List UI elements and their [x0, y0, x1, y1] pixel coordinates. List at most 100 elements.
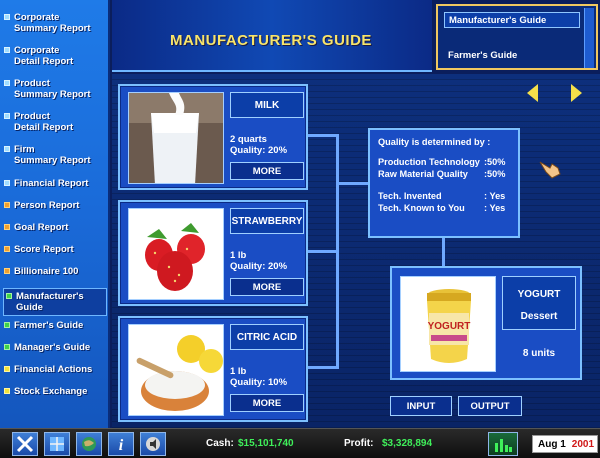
- info-icon[interactable]: i: [108, 432, 134, 456]
- sidebar-bullet-icon: [4, 246, 10, 252]
- tab-manufacturers-guide[interactable]: Manufacturer's Guide: [444, 12, 580, 28]
- header: MANUFACTURER'S GUIDE: [112, 0, 432, 72]
- sidebar-bullet-icon: [4, 80, 10, 86]
- tab-list-scrollbar[interactable]: [584, 8, 594, 68]
- tab-farmers-guide[interactable]: Farmer's Guide: [444, 48, 580, 64]
- sidebar-item-label: Manager's Guide: [14, 342, 91, 353]
- hand-cursor-icon: [539, 161, 561, 179]
- sidebar-bullet-icon: [4, 366, 10, 372]
- profit-label: Profit:: [344, 438, 374, 449]
- more-button[interactable]: MORE: [230, 278, 304, 296]
- sidebar-item[interactable]: Firm Summary Report: [4, 144, 108, 166]
- milk-image: [128, 92, 224, 184]
- connector-line: [442, 238, 445, 266]
- sidebar-item[interactable]: Product Detail Report: [4, 111, 108, 133]
- quality-factor-label: Tech. Known to You: [378, 203, 465, 213]
- quality-factor-value: :50%: [484, 169, 506, 179]
- quality-factor-label: Production Technology: [378, 157, 480, 167]
- quality-row: Raw Material Quality :50%: [378, 168, 510, 180]
- input-name-button[interactable]: STRAWBERRY: [230, 208, 304, 234]
- sidebar-item[interactable]: Corporate Detail Report: [4, 45, 108, 67]
- more-button[interactable]: MORE: [230, 162, 304, 180]
- quality-factor-value: :50%: [484, 157, 506, 167]
- sidebar-item[interactable]: Corporate Summary Report: [4, 12, 108, 34]
- sidebar-item[interactable]: Goal Report: [4, 222, 108, 233]
- quality-factor-value: : Yes: [484, 191, 506, 201]
- sound-icon[interactable]: [140, 432, 166, 456]
- sidebar-item-label: Product Summary Report: [14, 78, 91, 100]
- yogurt-jar-label: YOGURT: [428, 321, 471, 332]
- date-text: Aug 1: [538, 438, 566, 450]
- yogurt-image: YOGURT: [400, 276, 496, 372]
- guide-tab-list: Manufacturer's Guide Farmer's Guide: [436, 4, 598, 70]
- sidebar-item[interactable]: Billionaire 100: [4, 266, 108, 277]
- output-button[interactable]: OUTPUT: [458, 396, 522, 416]
- cash-label: Cash:: [206, 438, 234, 449]
- sidebar-bullet-icon: [6, 293, 12, 299]
- sidebar-item-label: Manufacturer's Guide: [16, 291, 84, 313]
- next-arrow-icon[interactable]: [571, 84, 582, 102]
- cash-value: $15,101,740: [238, 438, 294, 449]
- input-quality: Quality: 10%: [230, 377, 288, 388]
- sidebar: Corporate Summary Report Corporate Detail…: [0, 0, 110, 428]
- sidebar-item[interactable]: Financial Report: [4, 178, 108, 189]
- sidebar-item-label: Farmer's Guide: [14, 320, 84, 331]
- sidebar-bullet-icon: [4, 113, 10, 119]
- sidebar-item[interactable]: Product Summary Report: [4, 78, 108, 100]
- sidebar-bullet-icon: [4, 268, 10, 274]
- input-card-milk: MILK 2 quarts Quality: 20% MORE: [118, 84, 308, 190]
- tools-icon[interactable]: [12, 432, 38, 456]
- sidebar-item-label: Score Report: [14, 244, 74, 255]
- strawberry-image: [128, 208, 224, 300]
- sidebar-bullet-icon: [4, 180, 10, 186]
- bar-chart-icon[interactable]: [488, 432, 518, 456]
- quality-heading: Quality is determined by :: [378, 137, 491, 147]
- sidebar-item-label: Firm Summary Report: [14, 144, 91, 166]
- connector-line: [338, 182, 368, 185]
- sidebar-item[interactable]: Stock Exchange: [4, 386, 108, 397]
- input-name-button[interactable]: CITRIC ACID: [230, 324, 304, 350]
- more-button[interactable]: MORE: [230, 394, 304, 412]
- sidebar-bullet-icon: [4, 47, 10, 53]
- input-button[interactable]: INPUT: [390, 396, 452, 416]
- sidebar-item[interactable]: Manager's Guide: [4, 342, 108, 353]
- citric-acid-image: [128, 324, 224, 416]
- sidebar-item[interactable]: Farmer's Guide: [4, 320, 108, 331]
- output-name-button[interactable]: YOGURT Dessert: [502, 276, 576, 330]
- sidebar-item-label: Goal Report: [14, 222, 69, 233]
- quality-row: Production Technology :50%: [378, 156, 510, 168]
- input-quantity: 1 lb: [230, 250, 247, 261]
- input-card-strawberry: STRAWBERRY 1 lb Quality: 20% MORE: [118, 200, 308, 306]
- sidebar-bullet-icon: [4, 344, 10, 350]
- sidebar-item[interactable]: Person Report: [4, 200, 108, 211]
- sidebar-bullet-icon: [4, 202, 10, 208]
- sidebar-item-label: Financial Report: [14, 178, 89, 189]
- sidebar-item-label: Financial Actions: [14, 364, 93, 375]
- globe-icon[interactable]: [76, 432, 102, 456]
- sidebar-bullet-icon: [4, 322, 10, 328]
- sidebar-item-label: Corporate Detail Report: [14, 45, 74, 67]
- sidebar-item[interactable]: Financial Actions: [4, 364, 108, 375]
- input-name-button[interactable]: MILK: [230, 92, 304, 118]
- output-units: 8 units: [522, 348, 556, 359]
- quality-factor-value: : Yes: [484, 203, 506, 213]
- quality-row: Tech. Known to You : Yes: [378, 202, 510, 214]
- profit-value: $3,328,894: [382, 438, 433, 449]
- output-card-yogurt: YOGURT YOGURT Dessert 8 units: [390, 266, 582, 380]
- sidebar-item[interactable]: Manufacturer's Guide: [3, 288, 107, 316]
- input-quality: Quality: 20%: [230, 261, 288, 272]
- sidebar-item-label: Stock Exchange: [14, 386, 88, 397]
- output-category: Dessert: [520, 311, 558, 322]
- sidebar-item-label: Corporate Summary Report: [14, 12, 91, 34]
- previous-arrow-icon[interactable]: [527, 84, 538, 102]
- sidebar-bullet-icon: [4, 146, 10, 152]
- input-card-citric-acid: CITRIC ACID 1 lb Quality: 10% MORE: [118, 316, 308, 422]
- map-icon[interactable]: [44, 432, 70, 456]
- input-quality: Quality: 20%: [230, 145, 288, 156]
- sidebar-bullet-icon: [4, 224, 10, 230]
- sidebar-bullet-icon: [4, 388, 10, 394]
- sidebar-item[interactable]: Score Report: [4, 244, 108, 255]
- quality-info-panel: Quality is determined by : Production Te…: [368, 128, 520, 238]
- input-quantity: 1 lb: [230, 366, 247, 377]
- year-text: 2001: [571, 438, 595, 450]
